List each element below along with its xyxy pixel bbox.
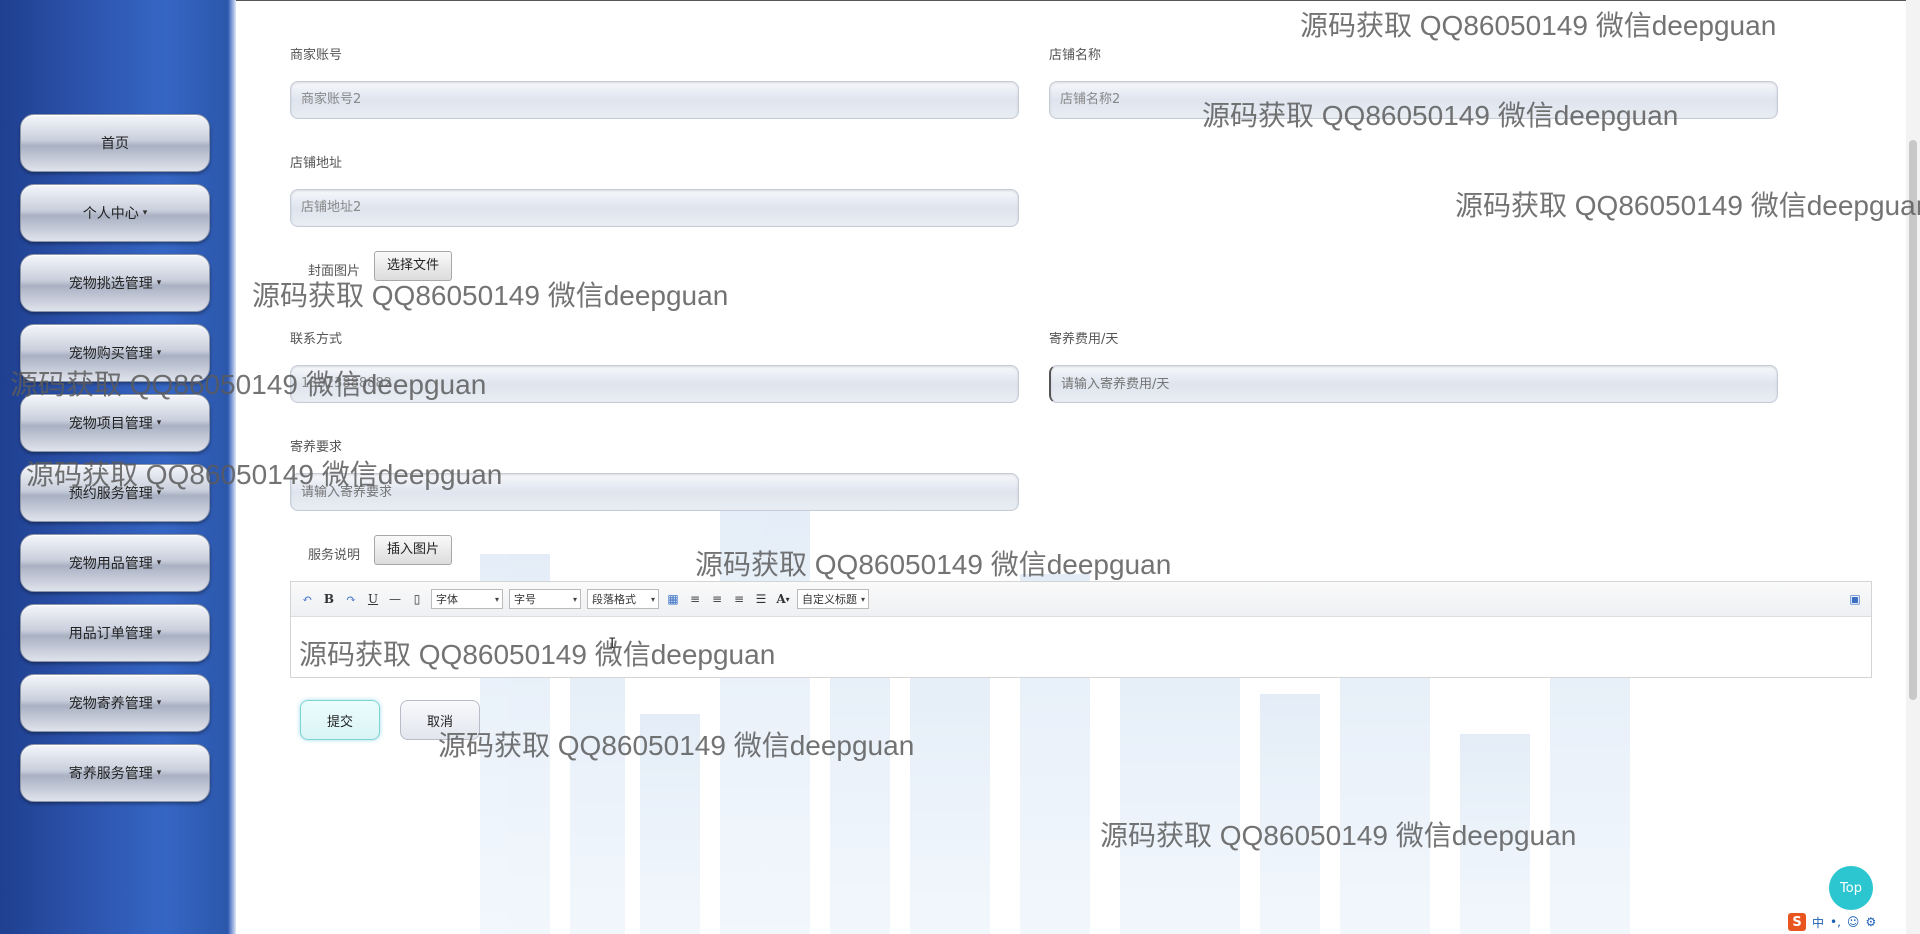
background-skyline (480, 494, 1660, 934)
font-family-select[interactable]: 字体 ▾ (431, 589, 503, 609)
redo-icon[interactable]: ↷ (341, 589, 361, 609)
sidebar-item-boarding-services[interactable]: 寄养服务管理 ▾ (20, 744, 210, 802)
rich-text-editor: ↶ B ↷ U — ▯ 字体 ▾ 字号 ▾ 段落格式 ▾ ▦ ≡ ≡ ≡ ☰ A ▾ 自… (290, 581, 1872, 678)
watermark: 源码获取 QQ86050149 微信deepguan (252, 280, 729, 311)
insert-image-button[interactable]: 插入图片 (374, 535, 453, 565)
scrollbar-thumb[interactable] (1909, 140, 1917, 700)
chevron-down-icon: ▾ (156, 488, 162, 498)
text-cursor-icon: I (608, 636, 617, 652)
editor-toolbar: ↶ B ↷ U — ▯ 字体 ▾ 字号 ▾ 段落格式 ▾ ▦ ≡ ≡ ≡ ☰ A ▾ 自… (291, 582, 1871, 617)
merchant-account-field[interactable]: 商家账号2 (290, 81, 1019, 119)
fee-label: 寄养费用/天 (1049, 332, 1119, 347)
sidebar-item-pet-purchase[interactable]: 宠物购买管理 ▾ (20, 324, 210, 382)
chevron-down-icon: ▾ (860, 594, 865, 604)
font-size-select[interactable]: 字号 ▾ (509, 589, 581, 609)
choose-file-button[interactable]: 选择文件 (374, 251, 453, 281)
sidebar-item-pet-supplies[interactable]: 宠物用品管理 ▾ (20, 534, 210, 592)
undo-icon[interactable]: ↶ (297, 589, 317, 609)
align-left-icon[interactable]: ≡ (685, 589, 705, 609)
service-description-label: 服务说明 (308, 548, 361, 563)
merchant-account-label: 商家账号 (290, 48, 343, 63)
horizontal-rule-icon[interactable]: — (385, 589, 405, 609)
shop-name-field[interactable]: 店铺名称2 (1049, 81, 1778, 119)
ime-status-bar: S 中 •, ☺ ⚙ (1788, 912, 1876, 932)
contact-field[interactable]: 13823888882 (290, 365, 1019, 403)
justify-icon[interactable]: ☰ (751, 589, 771, 609)
sidebar-item-appointments[interactable]: 预约服务管理 ▾ (20, 464, 210, 522)
chevron-down-icon: ▾ (156, 768, 162, 778)
chevron-down-icon: ▾ (650, 594, 655, 604)
sidebar-item-pet-boarding[interactable]: 宠物寄养管理 ▾ (20, 674, 210, 732)
submit-button[interactable]: 提交 (300, 700, 380, 740)
sidebar-item-supply-orders[interactable]: 用品订单管理 ▾ (20, 604, 210, 662)
editor-content-area[interactable] (291, 617, 1871, 633)
sidebar-item-home[interactable]: 首页 (20, 114, 210, 172)
underline-icon[interactable]: U (363, 589, 383, 609)
contact-label: 联系方式 (290, 332, 343, 347)
font-color-icon[interactable]: A ▾ (773, 589, 793, 609)
chevron-down-icon: ▾ (156, 628, 162, 638)
watermark: 源码获取 QQ86050149 微信deepguan (1300, 10, 1777, 41)
fee-input[interactable] (1049, 365, 1778, 403)
requirement-label: 寄养要求 (290, 440, 343, 455)
settings-icon[interactable]: ⚙ (1865, 915, 1876, 929)
sidebar: 首页 个人中心 ▾ 宠物挑选管理 ▾ 宠物购买管理 ▾ 宠物项目管理 ▾ 预约服务管理 ▾… (0, 0, 236, 934)
ime-logo-icon: S (1788, 913, 1806, 931)
ime-mode[interactable]: 中 (1812, 914, 1824, 931)
chevron-down-icon: ▾ (156, 558, 162, 568)
table-icon[interactable]: ▦ (663, 589, 683, 609)
paragraph-format-select[interactable]: 段落格式 ▾ (587, 589, 659, 609)
requirement-input[interactable] (290, 473, 1019, 511)
chevron-down-icon: ▾ (156, 698, 162, 708)
cover-image-label: 封面图片 (308, 264, 361, 279)
sidebar-item-personal-center[interactable]: 个人中心 ▾ (20, 184, 210, 242)
paste-plain-icon[interactable]: ▯ (407, 589, 427, 609)
chevron-down-icon: ▾ (142, 208, 148, 218)
back-to-top-button[interactable]: Top (1829, 866, 1873, 910)
chevron-down-icon: ▾ (156, 348, 162, 358)
top-border (0, 0, 1920, 1)
watermark: 源码获取 QQ86050149 微信deepguan (1455, 190, 1920, 221)
shop-name-label: 店铺名称 (1049, 48, 1102, 63)
bold-icon[interactable]: B (319, 589, 339, 609)
sidebar-item-pet-projects[interactable]: 宠物项目管理 ▾ (20, 394, 210, 452)
emoji-icon[interactable]: ☺ (1847, 915, 1860, 929)
shop-address-field[interactable]: 店铺地址2 (290, 189, 1019, 227)
chevron-down-icon: ▾ (156, 278, 162, 288)
custom-heading-select[interactable]: 自定义标题 ▾ (797, 589, 869, 609)
shop-address-label: 店铺地址 (290, 156, 343, 171)
chevron-down-icon: ▾ (572, 594, 577, 604)
align-center-icon[interactable]: ≡ (707, 589, 727, 609)
fullscreen-icon[interactable]: ▣ (1845, 589, 1865, 609)
cancel-button[interactable]: 取消 (400, 700, 480, 740)
align-right-icon[interactable]: ≡ (729, 589, 749, 609)
sidebar-item-pet-selection[interactable]: 宠物挑选管理 ▾ (20, 254, 210, 312)
punctuation-icon[interactable]: •, (1830, 915, 1841, 929)
chevron-down-icon: ▾ (156, 418, 162, 428)
chevron-down-icon: ▾ (494, 594, 499, 604)
